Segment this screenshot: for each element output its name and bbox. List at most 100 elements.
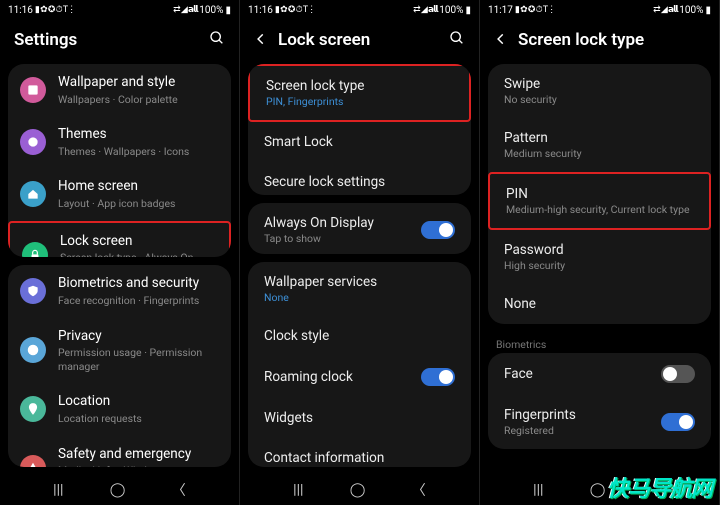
row-sub: Permission usage · Permission manager [58,346,219,373]
settings-list: Wallpaper and style Wallpapers · Color p… [0,64,239,475]
battery-icon: ▮ [465,5,471,16]
row-label: Pattern [504,130,695,146]
row-label: Themes [58,126,219,144]
status-notif-icons: ▮ ✿ ✪ ⏱ T⋮ [515,5,555,15]
row-label: Roaming clock [264,369,421,385]
row-sub: Location requests [58,412,219,426]
biometrics-row[interactable]: Face [488,353,711,395]
settings-row-home[interactable]: Home screen Layout · App icon badges [8,168,231,220]
row-label: Screen lock type [266,78,453,94]
row-label: Clock style [264,328,455,344]
locktype-row[interactable]: PINMedium-high security, Current lock ty… [488,172,711,230]
biometrics-section-label: Biometrics [480,332,719,353]
lockscreen-row[interactable]: Smart Lock [248,122,471,162]
locktype-row[interactable]: SwipeNo security [488,64,711,118]
status-battery: 100% [679,5,703,16]
row-sub: Registered [504,424,661,437]
page-title: Lock screen [278,30,439,50]
lockscreen-row[interactable]: Screen lock typePIN, Fingerprints [248,64,471,122]
home-icon [20,181,46,207]
row-sub: Themes · Wallpapers · Icons [58,145,219,159]
nav-bar: ||| ◯ 〈 [0,475,239,505]
locktype-list: SwipeNo securityPatternMedium securityPI… [480,64,719,475]
status-notif-icons: ▮ ✿ ✪ ⏱ T⋮ [35,5,75,15]
nav-recents[interactable]: ||| [533,482,543,498]
row-sub: Screen lock type · Always On Display [60,251,217,257]
phone-settings: 11:16 ▮ ✿ ✪ ⏱ T⋮ ⇄ ◢ 𝗮𝗹𝗹 100% ▮ Settings… [0,0,240,505]
lockscreen-row[interactable]: Contact information [248,438,471,467]
status-battery: 100% [199,5,223,16]
toggle-switch[interactable] [661,413,695,431]
biometrics-row[interactable]: FingerprintsRegistered [488,395,711,449]
settings-row-shield[interactable]: Biometrics and security Face recognition… [8,265,231,317]
battery-icon: ▮ [225,5,231,16]
row-sub: Wallpapers · Color palette [58,93,219,107]
header: Settings [0,20,239,64]
lockscreen-row[interactable]: Widgets [248,398,471,438]
nav-recents[interactable]: ||| [53,482,63,498]
settings-row-location[interactable]: Location Location requests [8,383,231,435]
nav-back[interactable]: 〈 [412,480,426,500]
row-label: Smart Lock [264,134,455,150]
row-sub: Face recognition · Fingerprints [58,294,219,308]
privacy-icon [20,337,46,363]
back-icon[interactable] [494,31,508,50]
status-time: 11:16 [8,5,33,16]
phone-locktype: 11:17 ▮ ✿ ✪ ⏱ T⋮ ⇄ ◢ 𝗮𝗹𝗹 100% ▮ Screen l… [480,0,720,505]
nav-bar: ||| ◯ 〈 [240,475,479,505]
row-sub: No security [504,93,695,106]
themes-icon [20,129,46,155]
locktype-row[interactable]: PatternMedium security [488,118,711,172]
status-bar: 11:17 ▮ ✿ ✪ ⏱ T⋮ ⇄ ◢ 𝗮𝗹𝗹 100% ▮ [480,0,719,20]
nav-home[interactable]: ◯ [110,482,126,498]
emergency-icon [20,455,46,467]
row-sub: Medium security [504,147,695,160]
locktype-row[interactable]: PasswordHigh security [488,230,711,284]
row-label: Home screen [58,178,219,196]
settings-row-privacy[interactable]: Privacy Permission usage · Permission ma… [8,318,231,384]
lockscreen-row[interactable]: Secure lock settings [248,162,471,195]
header: Lock screen [240,20,479,64]
nav-home[interactable]: ◯ [350,482,366,498]
toggle-switch[interactable] [421,368,455,386]
header: Screen lock type [480,20,719,64]
row-label: Safety and emergency [58,446,219,464]
status-battery: 100% [439,5,463,16]
settings-row-lock[interactable]: Lock screen Screen lock type · Always On… [8,221,231,258]
status-signal-icons: ⇄ ◢ 𝗮𝗹𝗹 [413,5,437,15]
back-icon[interactable] [254,31,268,50]
lockscreen-row[interactable]: Roaming clock [248,356,471,398]
status-time: 11:17 [488,5,513,16]
row-sub: Layout · App icon badges [58,197,219,211]
row-sub: None [264,291,455,304]
nav-home[interactable]: ◯ [590,482,606,498]
status-bar: 11:16 ▮ ✿ ✪ ⏱ T⋮ ⇄ ◢ 𝗮𝗹𝗹 100% ▮ [240,0,479,20]
nav-back[interactable]: 〈 [172,480,186,500]
toggle-switch[interactable] [661,365,695,383]
settings-row-emergency[interactable]: Safety and emergency Medical info · Wire… [8,436,231,467]
settings-row-wallpaper[interactable]: Wallpaper and style Wallpapers · Color p… [8,64,231,116]
row-label: Fingerprints [504,407,661,423]
status-notif-icons: ▮ ✿ ✪ ⏱ T⋮ [275,5,315,15]
nav-recents[interactable]: ||| [293,482,303,498]
status-time: 11:16 [248,5,273,16]
toggle-switch[interactable] [421,221,455,239]
row-label: Password [504,242,695,258]
phone-lockscreen: 11:16 ▮ ✿ ✪ ⏱ T⋮ ⇄ ◢ 𝗮𝗹𝗹 100% ▮ Lock scr… [240,0,480,505]
search-icon[interactable] [449,30,465,50]
row-label: Privacy [58,328,219,346]
locktype-row[interactable]: None [488,284,711,324]
lockscreen-row[interactable]: Wallpaper servicesNone [248,262,471,316]
row-label: Contact information [264,450,455,466]
row-label: None [504,296,695,312]
settings-row-themes[interactable]: Themes Themes · Wallpapers · Icons [8,116,231,168]
lockscreen-row[interactable]: Always On DisplayTap to show [248,203,471,254]
lockscreen-row[interactable]: Clock style [248,316,471,356]
location-icon [20,396,46,422]
battery-icon: ▮ [705,5,711,16]
search-icon[interactable] [209,30,225,50]
status-bar: 11:16 ▮ ✿ ✪ ⏱ T⋮ ⇄ ◢ 𝗮𝗹𝗹 100% ▮ [0,0,239,20]
row-label: Swipe [504,76,695,92]
row-label: Widgets [264,410,455,426]
row-sub: PIN, Fingerprints [266,95,453,108]
